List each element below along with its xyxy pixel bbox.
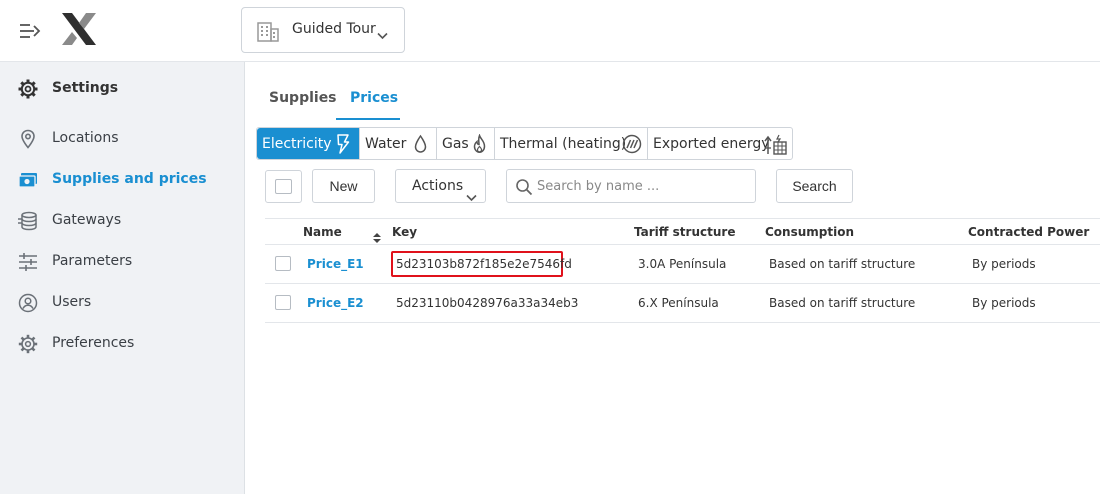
- building-icon: [257, 22, 279, 46]
- map-pin-icon: [18, 129, 38, 153]
- energy-type-exported[interactable]: Exported energy: [648, 128, 793, 159]
- energy-type-label: Exported energy: [653, 136, 770, 152]
- energy-type-label: Electricity: [262, 136, 332, 152]
- sidebar-item-label: Parameters: [52, 253, 133, 269]
- sidebar-item-label: Locations: [52, 130, 119, 146]
- search-button[interactable]: Search: [776, 169, 853, 203]
- gear-icon: [18, 79, 38, 103]
- money-icon: [18, 170, 38, 194]
- sidebar-item-supplies-and-prices[interactable]: Supplies and prices: [18, 169, 238, 191]
- column-header-contracted-power: Contracted Power: [968, 225, 1090, 239]
- sidebar-item-label: Users: [52, 294, 92, 310]
- x-logo[interactable]: [60, 12, 98, 46]
- column-header-tariff-structure: Tariff structure: [634, 225, 736, 239]
- actions-label: Actions: [412, 178, 464, 194]
- energy-type-thermal[interactable]: Thermal (heating): [495, 128, 648, 159]
- sliders-icon: [18, 252, 38, 276]
- search-input[interactable]: [537, 176, 749, 196]
- table-row[interactable]: Price_E1 5d23103b872f185e2e7546fd 3.0A P…: [265, 245, 1100, 284]
- search-field: [506, 169, 756, 203]
- sidebar-item-label: Preferences: [52, 335, 135, 351]
- energy-type-gas[interactable]: Gas: [437, 128, 495, 159]
- row-checkbox[interactable]: [275, 295, 291, 310]
- checkbox: [275, 179, 292, 194]
- tariff-structure: 3.0A Península: [638, 257, 727, 271]
- site-selector[interactable]: Guided Tour: [241, 7, 405, 53]
- consumption: Based on tariff structure: [769, 257, 916, 271]
- lightning-icon: [336, 134, 350, 158]
- chevron-down-icon: [377, 25, 388, 44]
- energy-type-label: Water: [365, 136, 407, 152]
- energy-type-label: Thermal (heating): [500, 136, 627, 152]
- consumption: Based on tariff structure: [769, 296, 916, 310]
- water-drop-icon: [414, 134, 427, 158]
- exported-energy-icon: [764, 134, 788, 160]
- price-name-link[interactable]: Price_E1: [307, 257, 364, 271]
- sidebar-item-preferences[interactable]: Preferences: [18, 333, 238, 355]
- actions-dropdown[interactable]: Actions: [395, 169, 486, 203]
- price-key: 5d23110b0428976a33a34eb3: [396, 296, 579, 310]
- sidebar-item-label: Supplies and prices: [52, 171, 207, 187]
- column-header-consumption: Consumption: [765, 225, 855, 239]
- energy-type-selector: Electricity Water Gas Thermal (heating): [256, 127, 793, 160]
- menu-collapse-icon[interactable]: [19, 21, 41, 41]
- price-name-link[interactable]: Price_E2: [307, 296, 364, 310]
- energy-type-label: Gas: [442, 136, 469, 152]
- sidebar-item-locations[interactable]: Locations: [18, 128, 238, 150]
- flame-icon: [472, 133, 487, 158]
- tariff-structure: 6.X Península: [638, 296, 719, 310]
- sidebar: Settings Locations Supplies and prices G…: [0, 62, 245, 494]
- site-selector-label: Guided Tour: [292, 21, 376, 37]
- active-tab-indicator: [336, 118, 400, 120]
- tab-prices[interactable]: Prices: [350, 90, 398, 106]
- sidebar-item-gateways[interactable]: Gateways: [18, 210, 238, 232]
- table-row[interactable]: Price_E2 5d23110b0428976a33a34eb3 6.X Pe…: [265, 284, 1100, 323]
- energy-type-water[interactable]: Water: [360, 128, 437, 159]
- column-header-name[interactable]: Name: [303, 225, 342, 239]
- chevron-down-icon: [466, 182, 477, 214]
- new-button[interactable]: New: [312, 169, 375, 203]
- row-checkbox[interactable]: [275, 256, 291, 271]
- sidebar-item-users[interactable]: Users: [18, 292, 238, 314]
- column-header-key: Key: [392, 225, 418, 239]
- user-icon: [18, 293, 38, 317]
- select-all-checkbox[interactable]: [265, 170, 302, 203]
- sidebar-item-label: Gateways: [52, 212, 122, 228]
- heating-icon: [622, 134, 642, 158]
- contracted-power: By periods: [972, 296, 1036, 310]
- search-icon: [515, 178, 533, 200]
- database-icon: [18, 211, 38, 235]
- price-key: 5d23103b872f185e2e7546fd: [396, 257, 572, 271]
- energy-type-electricity[interactable]: Electricity: [257, 128, 360, 159]
- top-bar: Guided Tour: [0, 0, 1100, 62]
- sidebar-item-parameters[interactable]: Parameters: [18, 251, 238, 273]
- contracted-power: By periods: [972, 257, 1036, 271]
- sidebar-title: Settings: [52, 80, 119, 96]
- tab-supplies[interactable]: Supplies: [269, 90, 337, 106]
- table-header: Name Key Tariff structure Consumption Co…: [265, 218, 1100, 245]
- gear-icon: [18, 334, 38, 358]
